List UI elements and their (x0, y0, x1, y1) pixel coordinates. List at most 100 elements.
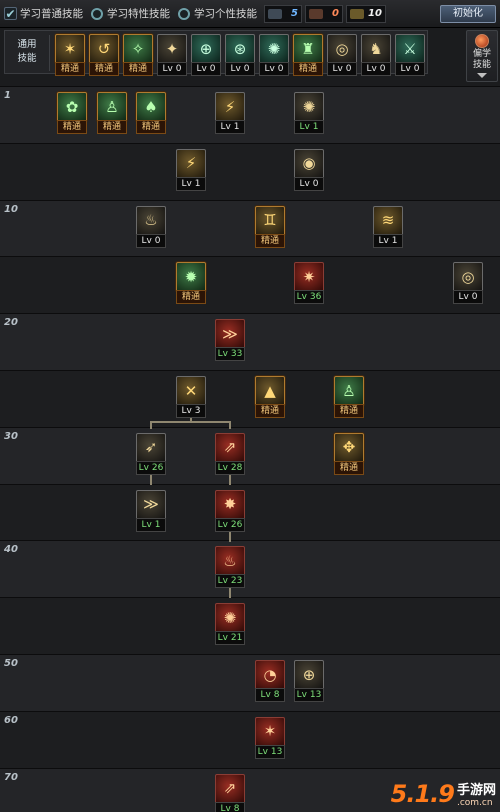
tree-skill[interactable]: ≋ Lv 1 (373, 205, 403, 248)
tree-skill[interactable]: ≫ Lv 33 (215, 319, 245, 362)
skill-icon: ♠ (136, 92, 166, 122)
skill-level: Lv 1 (294, 120, 324, 134)
skill-level: Lv 0 (453, 290, 483, 305)
tree-skill[interactable]: ♨ Lv 0 (136, 205, 166, 248)
tree-skill[interactable]: ✹ 精通 (176, 262, 206, 305)
mastery-tag: 精通 (334, 460, 364, 475)
tree-skill[interactable]: ⇗ Lv 8 (215, 773, 245, 812)
tree-skill[interactable]: ◔ Lv 8 (255, 660, 285, 702)
common-skill-1[interactable]: ✶ 精通 (55, 34, 85, 76)
tree-skill[interactable]: ✷ Lv 36 (294, 262, 324, 305)
level-label: 50 (4, 658, 18, 669)
qp-value: 10 (368, 8, 382, 19)
qp-icon (350, 8, 364, 19)
tree-skill[interactable]: ✸ Lv 26 (215, 489, 245, 532)
tree-skill[interactable]: ✥ 精通 (334, 432, 364, 475)
common-skill-6[interactable]: ⊛ Lv 0 (225, 34, 255, 76)
tab-personal-skills[interactable]: 学习个性技能 (178, 0, 257, 28)
skill-icon: ✺ (215, 603, 245, 634)
skill-level: Lv 36 (294, 290, 324, 305)
tree-skill[interactable]: ✺ Lv 1 (294, 92, 324, 134)
common-skill-8[interactable]: ♜ 精通 (293, 34, 323, 76)
tree-connector (150, 421, 230, 423)
tree-skill[interactable]: ♙ 精通 (334, 376, 364, 418)
tree-skill[interactable]: ♨ Lv 23 (215, 546, 245, 589)
watermark-main: 5.1.9 (390, 780, 455, 808)
skill-icon: ✿ (57, 92, 87, 122)
tree-connector (150, 421, 152, 429)
level-label: 70 (4, 771, 18, 783)
skill-level: Lv 0 (225, 62, 255, 76)
mastery-tag: 精通 (293, 62, 323, 76)
tp-counter: 0 (305, 4, 343, 23)
skill-level: Lv 1 (373, 233, 403, 248)
skill-icon: ♙ (97, 92, 127, 122)
skill-level: Lv 28 (215, 460, 245, 475)
common-skill-11[interactable]: ⚔ Lv 0 (395, 34, 425, 76)
tree-skill[interactable]: ✺ Lv 21 (215, 603, 245, 646)
tree-skill[interactable]: ⚡ Lv 1 (215, 92, 245, 134)
skill-icon: ✹ (176, 262, 206, 293)
skill-icon: ⇗ (215, 432, 245, 463)
level-label: 10 (4, 203, 18, 215)
skill-icon: ♨ (136, 205, 166, 236)
tree-skill[interactable]: ≫ Lv 1 (136, 489, 166, 532)
tree-skill[interactable]: ♙ 精通 (97, 92, 127, 134)
skill-icon: ◔ (255, 660, 285, 690)
tab-trait-skills[interactable]: 学习特性技能 (91, 0, 170, 28)
common-skill-4[interactable]: ✦ Lv 0 (157, 34, 187, 76)
skill-icon: ⚡ (176, 148, 206, 179)
skill-row: 20 (0, 313, 500, 371)
tree-skill[interactable]: ⇗ Lv 28 (215, 432, 245, 475)
skill-level: Lv 3 (176, 404, 206, 418)
reset-button[interactable]: 初始化 (440, 5, 496, 23)
tree-skill[interactable]: ◉ Lv 0 (294, 148, 324, 191)
side-tab-label: 偏学 技能 (472, 49, 491, 70)
tree-skill[interactable]: ♊ 精通 (255, 205, 285, 248)
skill-tab-bar: ✔ 学习普通技能 学习特性技能 学习个性技能 5 0 10 (0, 0, 500, 28)
tree-skill[interactable]: ➶ Lv 26 (136, 432, 166, 475)
tree-skill[interactable]: ✿ 精通 (57, 92, 87, 134)
common-skill-7[interactable]: ✺ Lv 0 (259, 34, 289, 76)
skill-icon: ✶ (255, 716, 285, 747)
tab-normal-skills[interactable]: ✔ 学习普通技能 (4, 0, 83, 28)
skill-icon: ♊ (255, 205, 285, 236)
skill-icon: ♜ (293, 34, 323, 64)
common-skill-2[interactable]: ↺ 精通 (89, 34, 119, 76)
common-skill-3[interactable]: ✧ 精通 (123, 34, 153, 76)
mastery-tag: 精通 (255, 404, 285, 418)
skill-level: Lv 13 (294, 688, 324, 702)
common-skill-9[interactable]: ◎ Lv 0 (327, 34, 357, 76)
skill-row (0, 597, 500, 655)
tree-skill[interactable]: ⚡ Lv 1 (176, 148, 206, 191)
skill-icon: ♙ (334, 376, 364, 406)
sp-counter: 5 (264, 4, 302, 23)
skill-level: Lv 0 (361, 62, 391, 76)
tree-skill[interactable]: ◎ Lv 0 (453, 262, 483, 305)
tree-skill[interactable]: ▲ 精通 (255, 376, 285, 418)
skill-icon: ⊕ (294, 660, 324, 690)
tree-skill[interactable]: ♠ 精通 (136, 92, 166, 134)
skill-level: Lv 33 (215, 347, 245, 362)
common-skill-5[interactable]: ⊕ Lv 0 (191, 34, 221, 76)
tab-normal-skills-label: 学习普通技能 (20, 8, 83, 20)
skill-level: Lv 1 (176, 176, 206, 191)
skill-icon: ✶ (55, 34, 85, 64)
skill-row: 10 (0, 199, 500, 257)
common-skill-10[interactable]: ♞ Lv 0 (361, 34, 391, 76)
sp-icon (268, 8, 282, 19)
watermark-url: .com.cn (456, 798, 493, 808)
skill-icon: ➶ (136, 432, 166, 463)
tree-skill[interactable]: ⊕ Lv 13 (294, 660, 324, 702)
tree-connector (229, 421, 231, 429)
side-skill-tab[interactable]: 偏学 技能 (466, 30, 498, 82)
skill-level: Lv 23 (215, 574, 245, 589)
skill-icon: ≋ (373, 205, 403, 236)
level-label: 60 (4, 714, 18, 726)
skill-icon: ⚡ (215, 92, 245, 122)
tree-skill[interactable]: ✶ Lv 13 (255, 716, 285, 759)
tree-skill[interactable]: ✕ Lv 3 (176, 376, 206, 418)
sp-value: 5 (291, 8, 298, 19)
common-skills-label: 通用 技能 (17, 39, 37, 64)
skill-icon: ✺ (294, 92, 324, 122)
